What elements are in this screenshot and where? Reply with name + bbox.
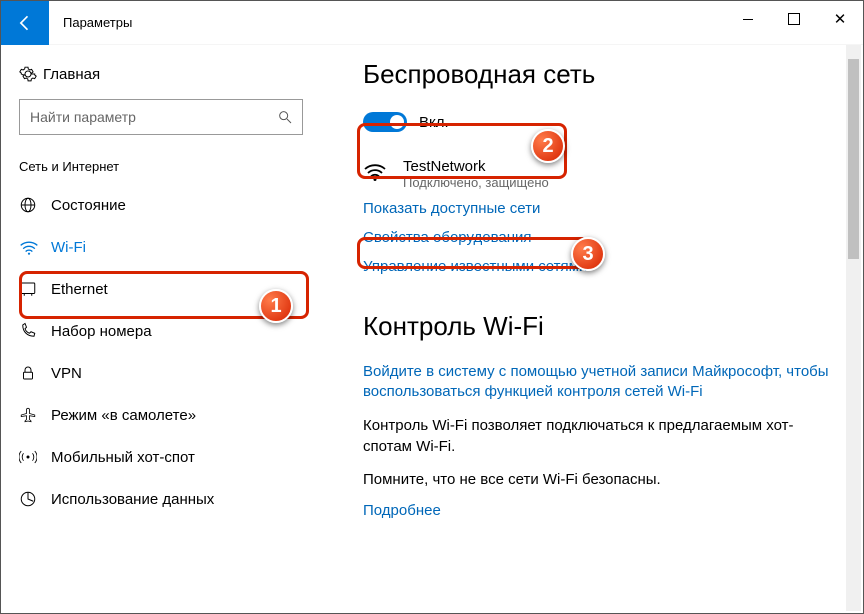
more-link[interactable]: Подробнее xyxy=(363,496,837,525)
hotspot-icon xyxy=(19,448,51,466)
minimize-button[interactable] xyxy=(725,1,771,37)
nav-status[interactable]: Состояние xyxy=(1,184,321,226)
nav-label: Набор номера xyxy=(51,323,152,340)
window-controls: ✕ xyxy=(725,1,863,37)
search-box[interactable] xyxy=(19,99,303,135)
section-heading: Контроль Wi-Fi xyxy=(363,311,837,342)
gear-icon xyxy=(19,65,43,83)
home-label: Главная xyxy=(43,66,100,83)
nav-label: Режим «в самолете» xyxy=(51,407,196,424)
nav-hotspot[interactable]: Мобильный хот-спот xyxy=(1,436,321,478)
nav-airplane[interactable]: Режим «в самолете» xyxy=(1,394,321,436)
sidebar: Главная Сеть и Интернет Состояние Wi-Fi … xyxy=(1,45,321,613)
wifi-toggle[interactable] xyxy=(363,112,407,132)
scrollbar[interactable] xyxy=(846,45,861,611)
nav-label: VPN xyxy=(51,365,82,382)
scrollbar-thumb[interactable] xyxy=(848,59,859,259)
nav-label: Использование данных xyxy=(51,491,214,508)
current-network[interactable]: TestNetwork Подключено, защищено xyxy=(363,158,837,190)
network-status: Подключено, защищено xyxy=(403,175,549,190)
network-name: TestNetwork xyxy=(403,158,549,175)
globe-icon xyxy=(19,196,51,214)
wifi-signal-icon xyxy=(363,158,395,183)
section-label: Сеть и Интернет xyxy=(1,153,321,184)
airplane-icon xyxy=(19,406,51,424)
nav-vpn[interactable]: VPN xyxy=(1,352,321,394)
nav-datausage[interactable]: Использование данных xyxy=(1,478,321,520)
back-button[interactable] xyxy=(1,1,49,45)
main-content: Беспроводная сеть Вкл. TestNetwork Подкл… xyxy=(321,45,863,613)
wifi-icon xyxy=(19,238,51,256)
search-icon xyxy=(277,109,293,125)
signin-link[interactable]: Войдите в систему с помощью учетной запи… xyxy=(363,356,837,409)
search-input[interactable] xyxy=(19,99,303,135)
home-link[interactable]: Главная xyxy=(1,57,321,95)
show-networks-link[interactable]: Показать доступные сети xyxy=(363,194,837,223)
data-icon xyxy=(19,490,51,508)
body-text-1: Контроль Wi-Fi позволяет подключаться к … xyxy=(363,409,837,463)
close-button[interactable]: ✕ xyxy=(817,1,863,37)
vpn-icon xyxy=(19,364,51,382)
page-heading: Беспроводная сеть xyxy=(363,59,837,90)
phone-icon xyxy=(19,322,51,340)
wifi-toggle-row: Вкл. xyxy=(363,104,837,140)
nav-label: Мобильный хот-спот xyxy=(51,449,195,466)
nav-label: Состояние xyxy=(51,197,126,214)
titlebar: Параметры ✕ xyxy=(1,1,863,45)
body-text-2: Помните, что не все сети Wi-Fi безопасны… xyxy=(363,463,837,496)
toggle-label: Вкл. xyxy=(419,114,449,131)
annotation-marker-1: 1 xyxy=(259,289,293,323)
annotation-marker-3: 3 xyxy=(571,237,605,271)
nav-wifi[interactable]: Wi-Fi xyxy=(1,226,321,268)
nav-label: Wi-Fi xyxy=(51,239,86,256)
window-title: Параметры xyxy=(63,15,132,30)
nav-label: Ethernet xyxy=(51,281,108,298)
annotation-marker-2: 2 xyxy=(531,129,565,163)
maximize-button[interactable] xyxy=(771,1,817,37)
arrow-left-icon xyxy=(15,13,35,33)
ethernet-icon xyxy=(19,280,51,298)
